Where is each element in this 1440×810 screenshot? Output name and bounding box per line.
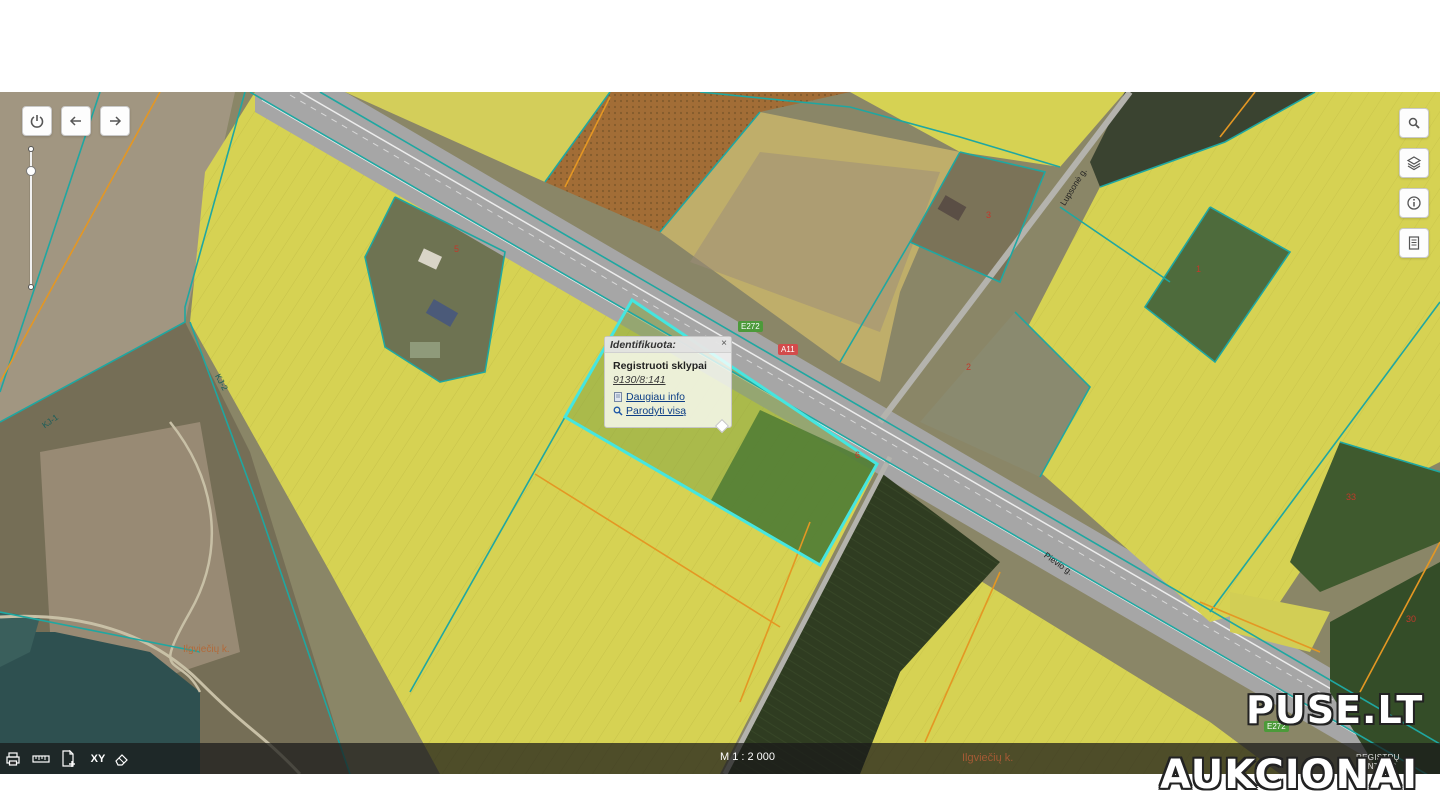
popup-title: Registruoti sklypai (613, 360, 707, 372)
more-info-link[interactable]: Daugiau info (613, 391, 685, 403)
popup-close-button[interactable]: × (721, 338, 727, 349)
zoom-out-end[interactable] (28, 284, 34, 290)
ruler-icon (32, 755, 50, 763)
bottom-village-label: Ilgviečių k. (962, 752, 1014, 764)
power-button[interactable] (22, 106, 52, 136)
search-button[interactable] (1399, 108, 1429, 138)
parcel-label-2: 2 (966, 362, 972, 372)
add-document-icon (62, 750, 75, 767)
eraser-icon (115, 754, 128, 766)
search-icon (1408, 117, 1420, 129)
xy-coordinates-button[interactable]: XY (86, 749, 110, 769)
road-badge-a11: A11 (778, 344, 798, 355)
watermark-line-1: PUSE.LT (1246, 688, 1424, 732)
layers-icon (1406, 156, 1422, 171)
back-button[interactable] (61, 106, 91, 136)
parcel-label-6: 6 (855, 450, 861, 460)
measure-button[interactable] (31, 749, 51, 769)
magnifier-icon (613, 406, 623, 416)
road-badge-e272: E272 (738, 321, 763, 332)
parcel-label-33: 33 (1346, 492, 1357, 502)
aerial-imagery (0, 92, 1440, 774)
power-icon (30, 115, 44, 128)
legend-button[interactable] (1399, 228, 1429, 258)
forward-button[interactable] (100, 106, 130, 136)
map-scale: M 1 : 2 000 (720, 751, 776, 763)
parcel-label-3: 3 (986, 210, 992, 220)
show-all-label: Parodyti visą (626, 405, 687, 417)
village-label: Ilgviečių k. (183, 644, 230, 655)
print-button[interactable] (3, 749, 23, 769)
info-icon (1407, 196, 1421, 210)
zoom-slider[interactable] (24, 146, 38, 292)
clear-button[interactable] (112, 749, 132, 769)
zoom-in-end[interactable] (28, 146, 34, 152)
more-info-label: Daugiau info (626, 391, 685, 403)
info-button[interactable] (1399, 188, 1429, 218)
arrow-right-icon (110, 116, 122, 126)
document-small-icon (614, 392, 622, 402)
printer-icon (6, 752, 20, 766)
parcel-label-30: 30 (1406, 614, 1417, 624)
parcel-label-5: 5 (454, 244, 460, 254)
identify-popup: Identifikuota: × Registruoti sklypai 913… (604, 336, 732, 434)
arrow-left-icon (69, 116, 81, 126)
document-icon (1408, 236, 1420, 250)
layers-button[interactable] (1399, 148, 1429, 178)
parcel-label-1: 1 (1196, 264, 1202, 274)
show-all-link[interactable]: Parodyti visą (613, 405, 686, 417)
map-canvas[interactable]: 5 3 1 2 6 33 30 Ilgviečių k. Lupsonė g. … (0, 92, 1440, 774)
popup-header: Identifikuota: (605, 337, 731, 353)
watermark-line-2: AUKCIONAI (1160, 752, 1418, 798)
zoom-knob[interactable] (26, 165, 36, 176)
add-document-button[interactable] (58, 749, 78, 769)
parcel-number-link[interactable]: 9130/8:141 (613, 374, 666, 386)
